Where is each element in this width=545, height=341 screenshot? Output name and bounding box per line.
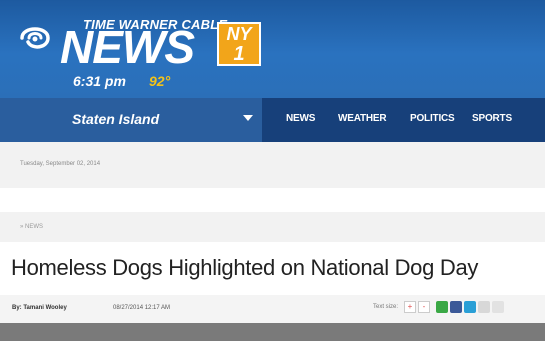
text-size-decrease-button[interactable]: - — [418, 301, 430, 313]
current-time: 6:31 pm — [73, 73, 126, 89]
region-label: Staten Island — [72, 111, 160, 127]
twitter-icon[interactable] — [464, 301, 476, 313]
twc-eye-swoosh-icon[interactable] — [18, 16, 52, 56]
nav-item-weather[interactable]: WEATHER — [338, 113, 387, 124]
breadcrumb-link-news[interactable]: » NEWS — [20, 224, 43, 230]
byline-bar: By: Tamani Wooley 08/27/2014 12:17 AM Te… — [0, 295, 545, 323]
dateline-bar: Tuesday, September 02, 2014 — [0, 142, 545, 188]
nav-item-sports[interactable]: SPORTS — [472, 113, 512, 124]
nav-item-news[interactable]: NEWS — [286, 113, 315, 124]
article-timestamp: 08/27/2014 12:17 AM — [113, 305, 171, 311]
breadcrumb: » NEWS — [0, 212, 545, 242]
current-date: Tuesday, September 02, 2014 — [20, 161, 101, 167]
channel-number: 1 — [233, 43, 245, 65]
site-header: TIME WARNER CABLE NEWS NY 1 6:31 pm 92° — [0, 0, 545, 98]
article-headline: Homeless Dogs Highlighted on National Do… — [11, 255, 479, 280]
nav-item-politics[interactable]: POLITICS — [410, 113, 455, 124]
email-icon[interactable] — [478, 301, 490, 313]
channel-top: NY — [226, 24, 252, 44]
ny1-logo[interactable]: NY 1 — [217, 22, 261, 66]
chevron-down-icon — [243, 115, 253, 121]
current-temperature[interactable]: 92° — [149, 73, 170, 89]
print-icon[interactable] — [492, 301, 504, 313]
region-selector[interactable]: Staten Island — [0, 98, 262, 142]
brand-logo-text[interactable]: NEWS — [60, 24, 195, 70]
text-size-label: Text size: — [373, 304, 399, 310]
content-divider — [0, 323, 545, 341]
share-green-icon[interactable] — [436, 301, 448, 313]
text-size-increase-button[interactable]: + — [404, 301, 416, 313]
article-author[interactable]: By: Tamani Wooley — [12, 305, 67, 311]
facebook-icon[interactable] — [450, 301, 462, 313]
main-nav: Staten Island NEWS WEATHER POLITICS SPOR… — [0, 98, 545, 142]
